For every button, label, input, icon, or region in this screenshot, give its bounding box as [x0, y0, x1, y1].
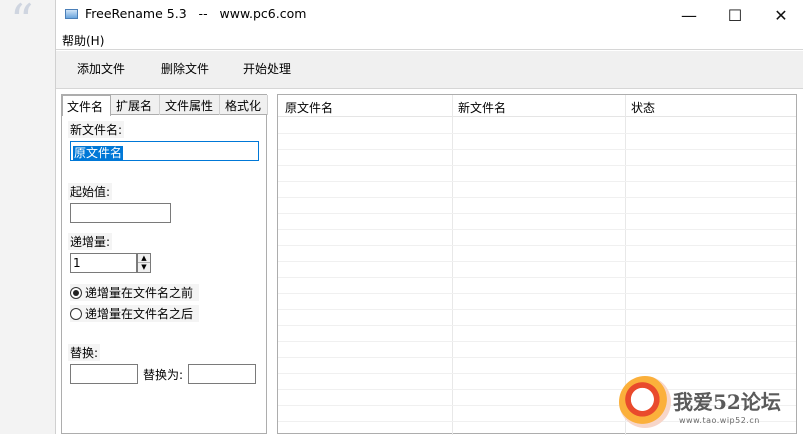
- tab-format[interactable]: 格式化: [221, 95, 268, 115]
- menu-bar: 帮助(H): [56, 30, 803, 50]
- table-row: [278, 261, 796, 262]
- table-row: [278, 309, 796, 310]
- table-row: [278, 293, 796, 294]
- toolbar: 添加文件 删除文件 开始处理: [56, 51, 803, 89]
- radio-increment-before[interactable]: 递增量在文件名之前: [70, 284, 200, 301]
- watermark-text: 我爱52论坛: [673, 390, 781, 414]
- start-processing-button[interactable]: 开始处理: [243, 60, 291, 78]
- replace-with-input[interactable]: [188, 364, 256, 384]
- radio-checked-icon: [70, 286, 82, 299]
- table-row: [278, 341, 796, 342]
- app-icon: [65, 9, 78, 19]
- file-list-header: 原文件名 新文件名 状态: [278, 95, 796, 117]
- table-row: [278, 325, 796, 326]
- title-bar[interactable]: FreeRename 5.3 -- www.pc6.com — ☐ ✕: [56, 0, 803, 30]
- stepper-down-icon[interactable]: ▼: [138, 263, 150, 272]
- new-name-input[interactable]: 原文件名: [70, 141, 259, 161]
- tab-extension[interactable]: 扩展名: [112, 95, 160, 115]
- radio-increment-after[interactable]: 递增量在文件名之后: [70, 305, 200, 322]
- watermark-logo-icon: [619, 376, 671, 428]
- table-row: [278, 149, 796, 150]
- radio-after-label: 递增量在文件名之后: [85, 307, 194, 321]
- table-row: [278, 181, 796, 182]
- increment-label: 递增量:: [68, 233, 113, 250]
- options-panel: 文件名 扩展名 文件属性 格式化 新文件名: 原文件名 起始值: 递增量: 1 …: [61, 94, 268, 434]
- menu-help[interactable]: 帮助(H): [62, 32, 104, 49]
- new-name-label: 新文件名:: [68, 121, 125, 138]
- column-status[interactable]: 状态: [631, 99, 655, 116]
- start-value-input[interactable]: [70, 203, 171, 223]
- tab-file-attributes[interactable]: 文件属性: [161, 95, 220, 115]
- column-new-name[interactable]: 新文件名: [458, 99, 506, 116]
- app-window: FreeRename 5.3 -- www.pc6.com — ☐ ✕ 帮助(H…: [55, 0, 803, 435]
- replace-input[interactable]: [70, 364, 138, 384]
- radio-unchecked-icon: [70, 307, 82, 320]
- minimize-button[interactable]: —: [666, 0, 712, 30]
- new-name-value: 原文件名: [73, 146, 124, 160]
- window-title: FreeRename 5.3 -- www.pc6.com: [85, 6, 307, 21]
- column-divider: [452, 95, 453, 435]
- close-button[interactable]: ✕: [758, 0, 803, 30]
- table-row: [278, 277, 796, 278]
- quote-mark-icon: “: [10, 0, 34, 48]
- watermark: 我爱52论坛 www.tao.wip52.cn: [613, 372, 803, 434]
- desktop-background: “: [0, 0, 55, 434]
- table-row: [278, 229, 796, 230]
- replace-label: 替换:: [68, 344, 101, 361]
- table-row: [278, 245, 796, 246]
- increment-stepper[interactable]: ▲ ▼: [137, 253, 151, 273]
- increment-input[interactable]: 1: [70, 253, 137, 273]
- stepper-up-icon[interactable]: ▲: [138, 254, 150, 263]
- add-files-button[interactable]: 添加文件: [77, 60, 125, 78]
- table-row: [278, 165, 796, 166]
- column-original-name[interactable]: 原文件名: [285, 99, 333, 116]
- options-tabs: 文件名 扩展名 文件属性 格式化: [62, 95, 268, 116]
- watermark-url: www.tao.wip52.cn: [679, 416, 760, 425]
- radio-before-label: 递增量在文件名之前: [85, 286, 194, 300]
- table-row: [278, 357, 796, 358]
- replace-with-label: 替换为:: [141, 366, 186, 383]
- table-row: [278, 133, 796, 134]
- tab-filename[interactable]: 文件名: [62, 95, 111, 116]
- maximize-button[interactable]: ☐: [712, 0, 758, 30]
- table-row: [278, 213, 796, 214]
- start-value-label: 起始值:: [68, 183, 113, 200]
- table-row: [278, 197, 796, 198]
- remove-files-button[interactable]: 删除文件: [161, 60, 209, 78]
